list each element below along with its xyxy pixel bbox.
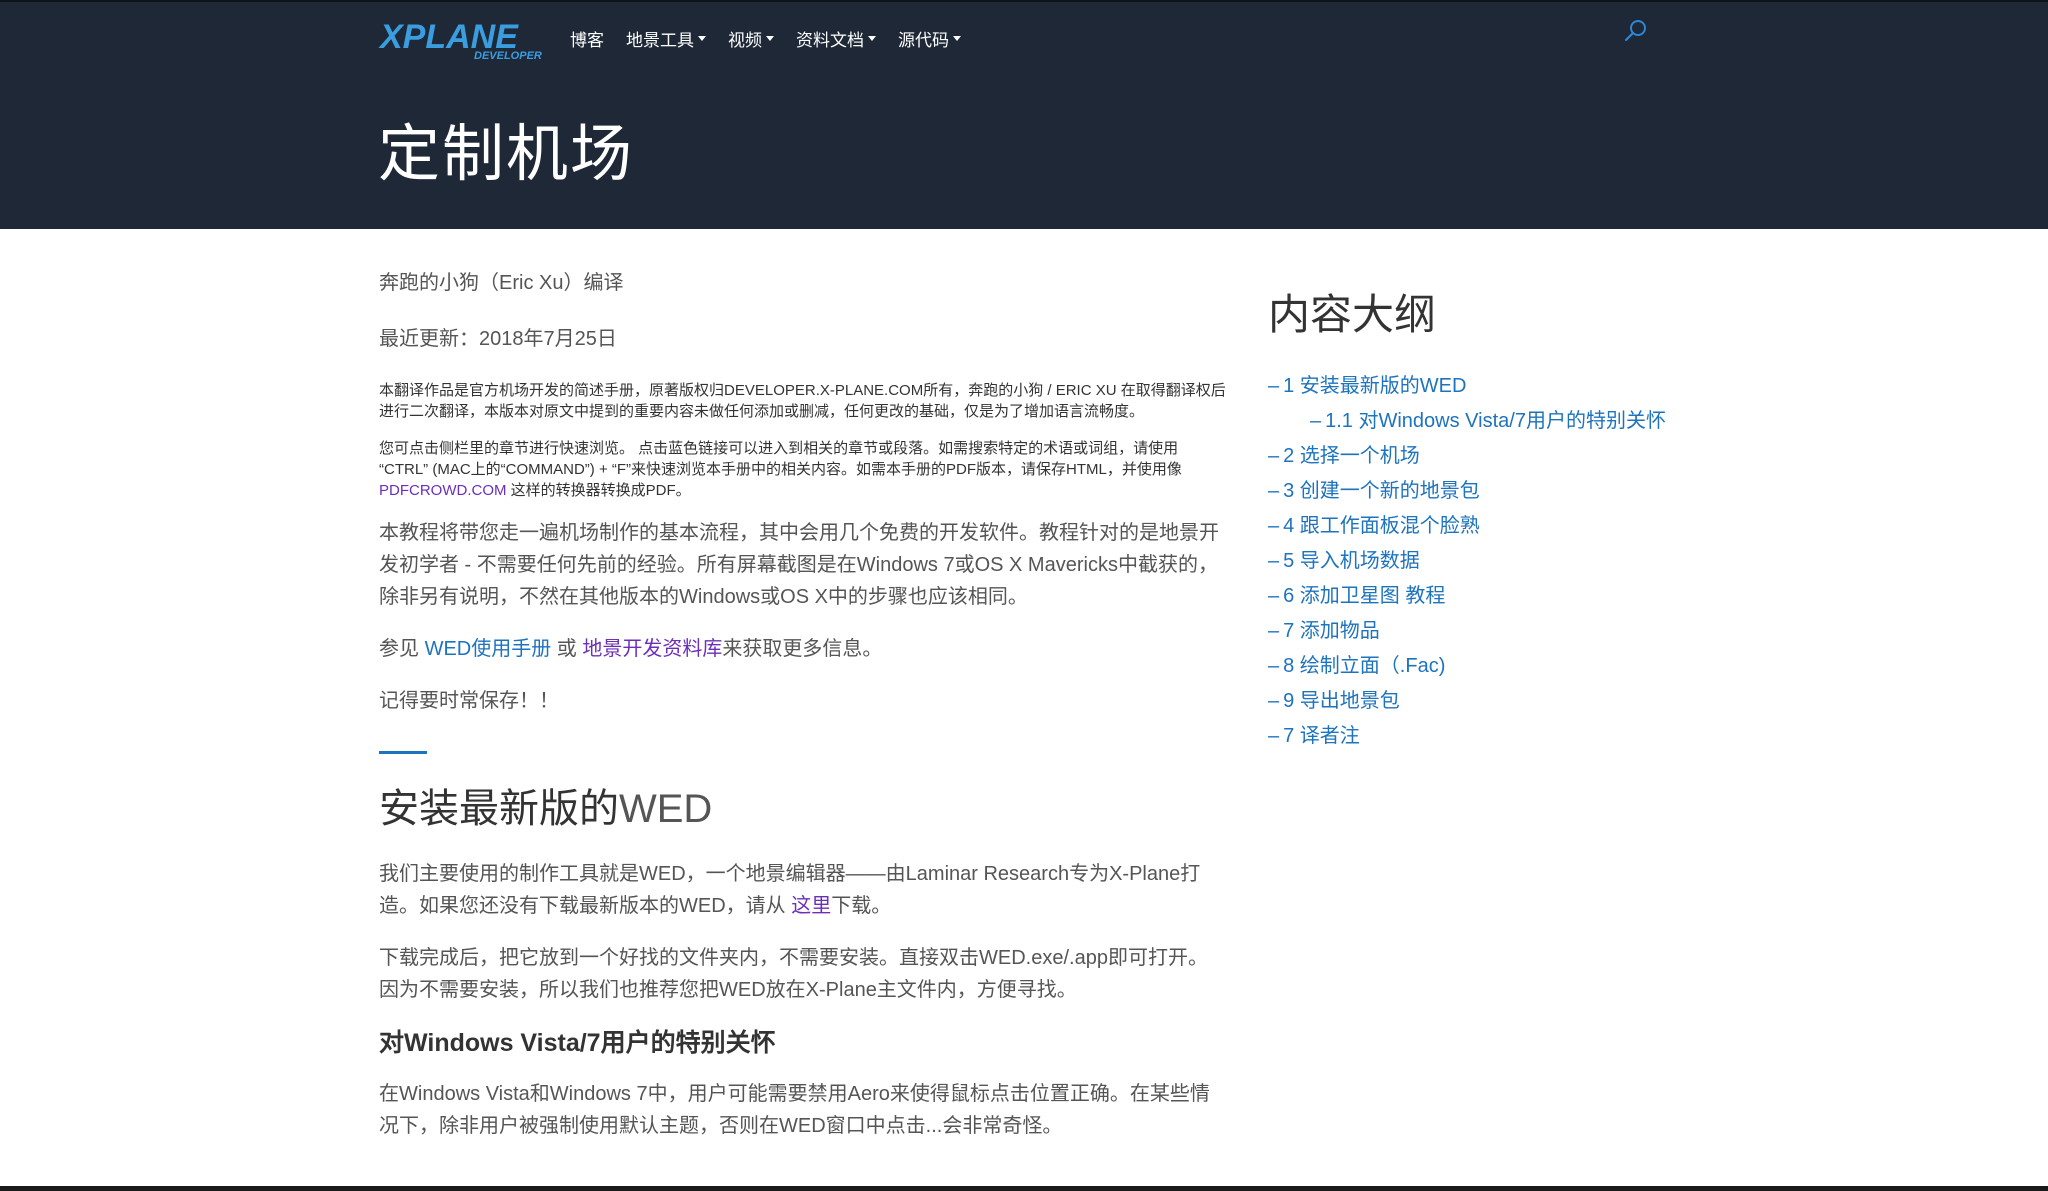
nav-item-label: 博客 [570, 31, 604, 50]
install-paragraph-1: 我们主要使用的制作工具就是WED，一个地景编辑器——由Laminar Resea… [379, 858, 1227, 922]
toc-dash: – [1268, 620, 1280, 642]
usage-note: 您可点击侧栏里的章节进行快速浏览。 点击蓝色链接可以进入到相关的章节或段落。如需… [379, 438, 1227, 501]
toc-item-label: 5 导入机场数据 [1283, 550, 1420, 572]
toc-item-label: 3 创建一个新的地景包 [1283, 480, 1480, 502]
toc-item-label: 7 添加物品 [1283, 620, 1380, 642]
see-also-text: 参见 [379, 638, 425, 660]
install-text: 我们主要使用的制作工具就是WED，一个地景编辑器——由Laminar Resea… [379, 863, 1201, 917]
nav-item-scenery-tools[interactable]: 地景工具 [626, 26, 706, 51]
article-content: 奔跑的小狗（Eric Xu）编译 最近更新：2018年7月25日 本翻译作品是官… [379, 268, 1227, 1162]
nav-item-blog[interactable]: 博客 [570, 26, 604, 51]
table-of-contents: 内容大纲 –1 安装最新版的WED –1.1 对Windows Vista/7用… [1268, 286, 1668, 755]
toc-item-new-scenery-pack[interactable]: –3 创建一个新的地景包 [1268, 475, 1668, 507]
see-also-paragraph: 参见 WED使用手册 或 地景开发资料库来获取更多信息。 [379, 633, 1227, 665]
caret-down-icon [766, 36, 774, 41]
toc-dash: – [1268, 725, 1280, 747]
caret-down-icon [698, 36, 706, 41]
window-bottom-edge [0, 1186, 2048, 1191]
usage-note-text: 您可点击侧栏里的章节进行快速浏览。 点击蓝色链接可以进入到相关的章节或段落。如需… [379, 440, 1182, 478]
site-header: XPLANE DEVELOPER 博客 地景工具 视频 资料文档 源代码 定制机… [0, 0, 2048, 229]
toc-dash: – [1268, 445, 1280, 467]
toc-dash: – [1268, 585, 1280, 607]
toc-dash: – [1268, 550, 1280, 572]
section-divider [379, 751, 427, 754]
vista-paragraph: 在Windows Vista和Windows 7中，用户可能需要禁用Aero来使… [379, 1083, 1210, 1137]
search-icon[interactable] [1624, 19, 1648, 43]
nav-item-label: 源代码 [898, 31, 949, 50]
toc-item-choose-airport[interactable]: –2 选择一个机场 [1268, 440, 1668, 472]
section-title-cn: 安装最新版的 [379, 787, 619, 831]
toc-item-label: 2 选择一个机场 [1283, 445, 1420, 467]
section-title-wed: WED [619, 787, 713, 831]
toc-dash: – [1268, 480, 1280, 502]
toc-item-label: 6 添加卫星图 教程 [1283, 585, 1446, 607]
svg-text:DEVELOPER: DEVELOPER [474, 50, 542, 62]
page-title: 定制机场 [378, 120, 635, 189]
last-updated: 最近更新：2018年7月25日 [379, 328, 617, 350]
toc-dash: – [1310, 410, 1322, 432]
save-reminder: 记得要时常保存！！ [379, 690, 559, 712]
usage-note-text-end: 这样的转换器转换成PDF。 [506, 482, 691, 499]
toc-item-label: 8 绘制立面（.Fac) [1283, 655, 1446, 677]
toc-dash: – [1268, 375, 1280, 397]
toc-item-workspace[interactable]: –4 跟工作面板混个脸熟 [1268, 510, 1668, 542]
toc-dash: – [1268, 690, 1280, 712]
toc-item-label: 9 导出地景包 [1283, 690, 1400, 712]
main-nav: 博客 地景工具 视频 资料文档 源代码 [570, 26, 983, 51]
scenery-library-link[interactable]: 地景开发资料库 [582, 638, 722, 660]
toc-item-import-airport[interactable]: –5 导入机场数据 [1268, 545, 1668, 577]
toc-title: 内容大纲 [1268, 291, 1437, 338]
caret-down-icon [953, 36, 961, 41]
toc-item-label: 1 安装最新版的WED [1283, 375, 1467, 397]
toc-dash: – [1268, 655, 1280, 677]
wed-manual-link[interactable]: WED使用手册 [425, 638, 552, 660]
section-title-install-wed: 安装最新版的WED [379, 782, 1227, 836]
toc-item-label: 1.1 对Windows Vista/7用户的特别关怀 [1325, 410, 1666, 432]
nav-item-source-code[interactable]: 源代码 [898, 26, 961, 51]
toc-item-install-wed[interactable]: –1 安装最新版的WED [1268, 370, 1668, 402]
toc-item-label: 4 跟工作面板混个脸熟 [1283, 515, 1480, 537]
nav-item-videos[interactable]: 视频 [728, 26, 774, 51]
install-text-end: 下载。 [831, 895, 892, 917]
subsection-title-vista: 对Windows Vista/7用户的特别关怀 [379, 1029, 776, 1057]
nav-item-label: 地景工具 [626, 31, 694, 50]
toc-item-label: 7 译者注 [1283, 725, 1360, 747]
install-paragraph-2: 下载完成后，把它放到一个好找的文件夹内，不需要安装。直接双击WED.exe/.a… [379, 947, 1208, 1001]
toc-item-add-objects[interactable]: –7 添加物品 [1268, 615, 1668, 647]
toc-list: –1 安装最新版的WED –1.1 对Windows Vista/7用户的特别关… [1268, 370, 1668, 752]
toc-item-satellite[interactable]: –6 添加卫星图 教程 [1268, 580, 1668, 612]
toc-item-facades[interactable]: –8 绘制立面（.Fac) [1268, 650, 1668, 682]
xplane-developer-logo[interactable]: XPLANE DEVELOPER [378, 16, 548, 62]
download-here-link[interactable]: 这里 [791, 895, 831, 917]
author-line: 奔跑的小狗（Eric Xu）编译 [379, 272, 624, 294]
toc-item-translator-notes[interactable]: –7 译者注 [1268, 720, 1668, 752]
toc-item-export[interactable]: –9 导出地景包 [1268, 685, 1668, 717]
nav-item-docs[interactable]: 资料文档 [796, 26, 876, 51]
copyright-note: 本翻译作品是官方机场开发的简述手册，原著版权归DEVELOPER.X-PLANE… [379, 382, 1226, 420]
pdfcrowd-link[interactable]: PDFCROWD.COM [379, 482, 507, 499]
nav-item-label: 资料文档 [796, 31, 864, 50]
toc-dash: – [1268, 515, 1280, 537]
see-also-or: 或 [551, 638, 583, 660]
nav-item-label: 视频 [728, 31, 762, 50]
toc-item-vista-users[interactable]: –1.1 对Windows Vista/7用户的特别关怀 [1268, 405, 1668, 437]
see-also-end: 来获取更多信息。 [722, 638, 883, 660]
intro-paragraph: 本教程将带您走一遍机场制作的基本流程，其中会用几个免费的开发软件。教程针对的是地… [379, 522, 1219, 608]
caret-down-icon [868, 36, 876, 41]
